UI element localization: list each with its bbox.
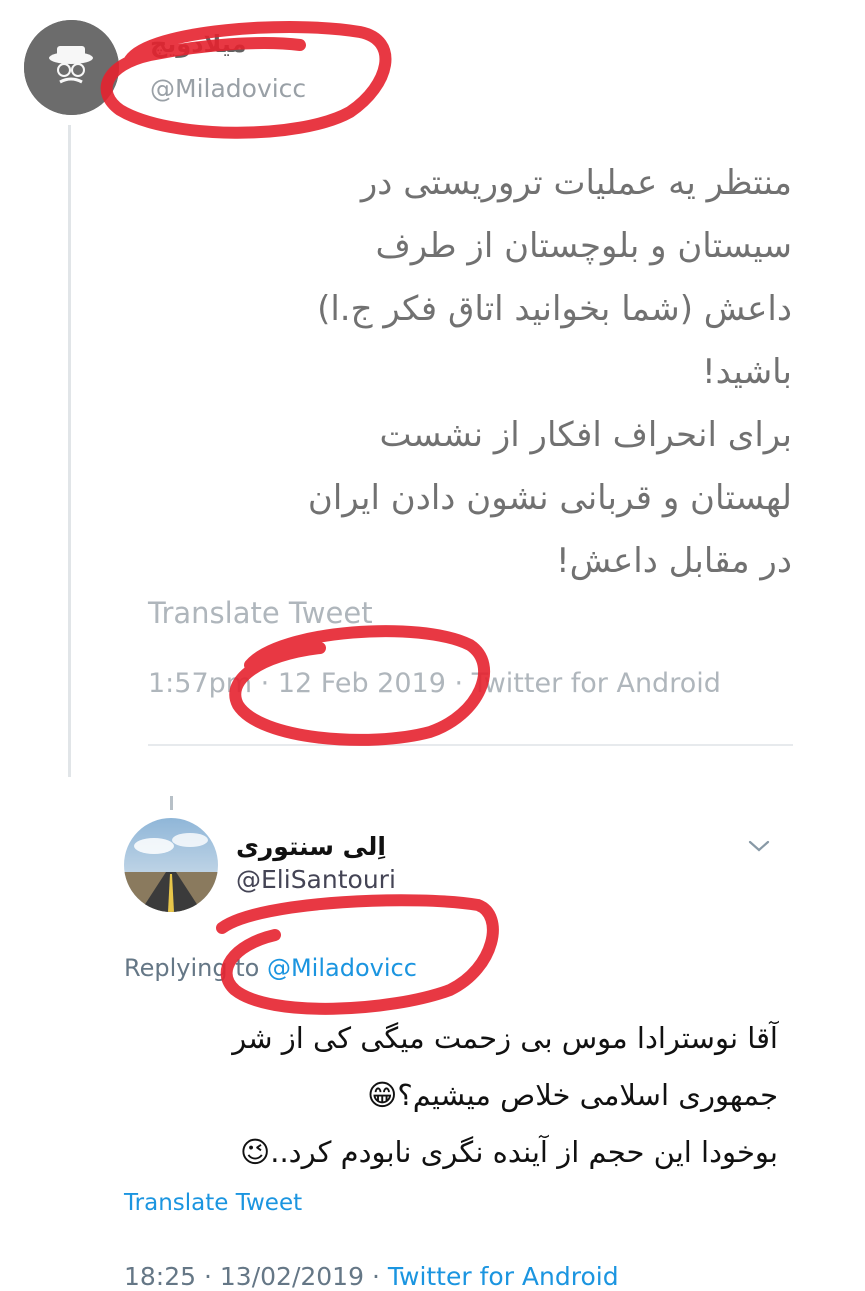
tweet1-source: Twitter for Android bbox=[471, 668, 721, 699]
road-landscape-avatar-icon[interactable] bbox=[124, 818, 218, 912]
tweet1-handle[interactable]: @Miladovicc bbox=[150, 74, 306, 103]
tweet2-body-text: آقا نوسترادا موس بی زحمت میگی کی از شر ج… bbox=[232, 1021, 778, 1169]
tweet1-time: 1:57pm bbox=[148, 668, 253, 699]
tweet2-metadata: 18:25 · 13/02/2019 · Twitter for Android bbox=[124, 1262, 619, 1291]
tweet1-translate-link[interactable]: Translate Tweet bbox=[148, 596, 373, 630]
thread-line bbox=[68, 125, 71, 777]
tweet2-display-name[interactable]: اِلی سنتوری bbox=[236, 832, 386, 861]
tweet1-display-name[interactable]: میلادویچ bbox=[150, 30, 246, 58]
tweet1-metadata: 1:57pm · 12 Feb 2019 · Twitter for Andro… bbox=[148, 668, 721, 699]
tweet2-date[interactable]: 13/02/2019 bbox=[220, 1262, 364, 1291]
replying-to: Replying to @Miladovicc bbox=[124, 954, 417, 982]
meta-separator: · bbox=[371, 1262, 380, 1291]
meta-separator: · bbox=[454, 668, 464, 699]
chevron-down-icon[interactable] bbox=[746, 836, 772, 856]
tweet2-source[interactable]: Twitter for Android bbox=[388, 1262, 619, 1291]
tweet1-date[interactable]: 12 Feb 2019 bbox=[278, 668, 446, 699]
masked-figure-avatar-icon[interactable] bbox=[24, 20, 119, 115]
tweet1-body-text: منتظر یه عملیات تروریستی در سیستان و بلو… bbox=[307, 163, 792, 581]
meta-separator: · bbox=[204, 1262, 212, 1291]
tweet2-translate-link[interactable]: Translate Tweet bbox=[124, 1190, 302, 1216]
replying-handle-link[interactable]: @Miladovicc bbox=[267, 954, 417, 982]
tweet2-time: 18:25 bbox=[124, 1262, 197, 1291]
tweet2-handle[interactable]: @EliSantouri bbox=[236, 865, 396, 894]
meta-separator: · bbox=[260, 668, 270, 699]
reply-connector bbox=[170, 796, 173, 810]
replying-prefix: Replying to bbox=[124, 954, 260, 982]
divider bbox=[148, 744, 793, 746]
